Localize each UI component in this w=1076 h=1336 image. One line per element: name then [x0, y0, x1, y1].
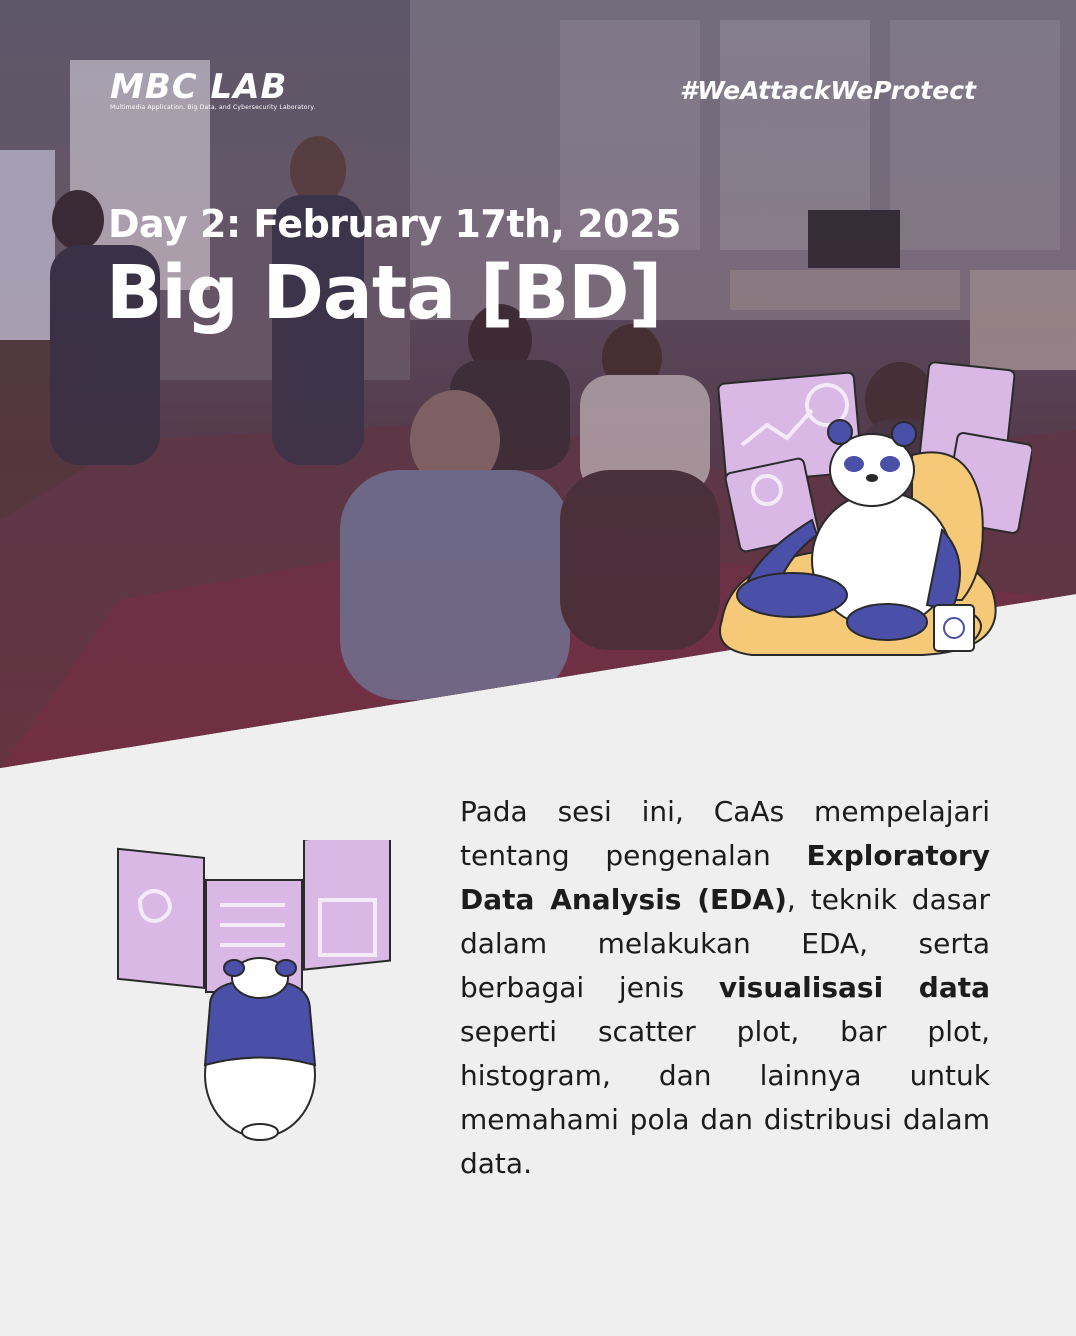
description-bold-2: visualisasi data: [718, 971, 991, 1004]
description-part-3: seperti scatter plot, bar plot, histogra…: [460, 1015, 990, 1180]
brand-logo: MBC LAB Multimedia Application, Big Data…: [110, 67, 316, 111]
page-title: Big Data [BD]: [106, 250, 662, 336]
day-line: Day 2: February 17th, 2025: [108, 202, 681, 246]
description-text: Pada sesi ini, CaAs mempelajari tentang …: [460, 790, 990, 1186]
logo-text: MBC LAB: [110, 67, 288, 107]
logo-subtitle: Multimedia Application, Big Data, and Cy…: [110, 104, 316, 111]
panda-sitting-icon: [717, 361, 1032, 656]
panda-back-icon: [117, 840, 391, 1141]
hashtag: #WeAttackWeProtect: [679, 76, 976, 105]
